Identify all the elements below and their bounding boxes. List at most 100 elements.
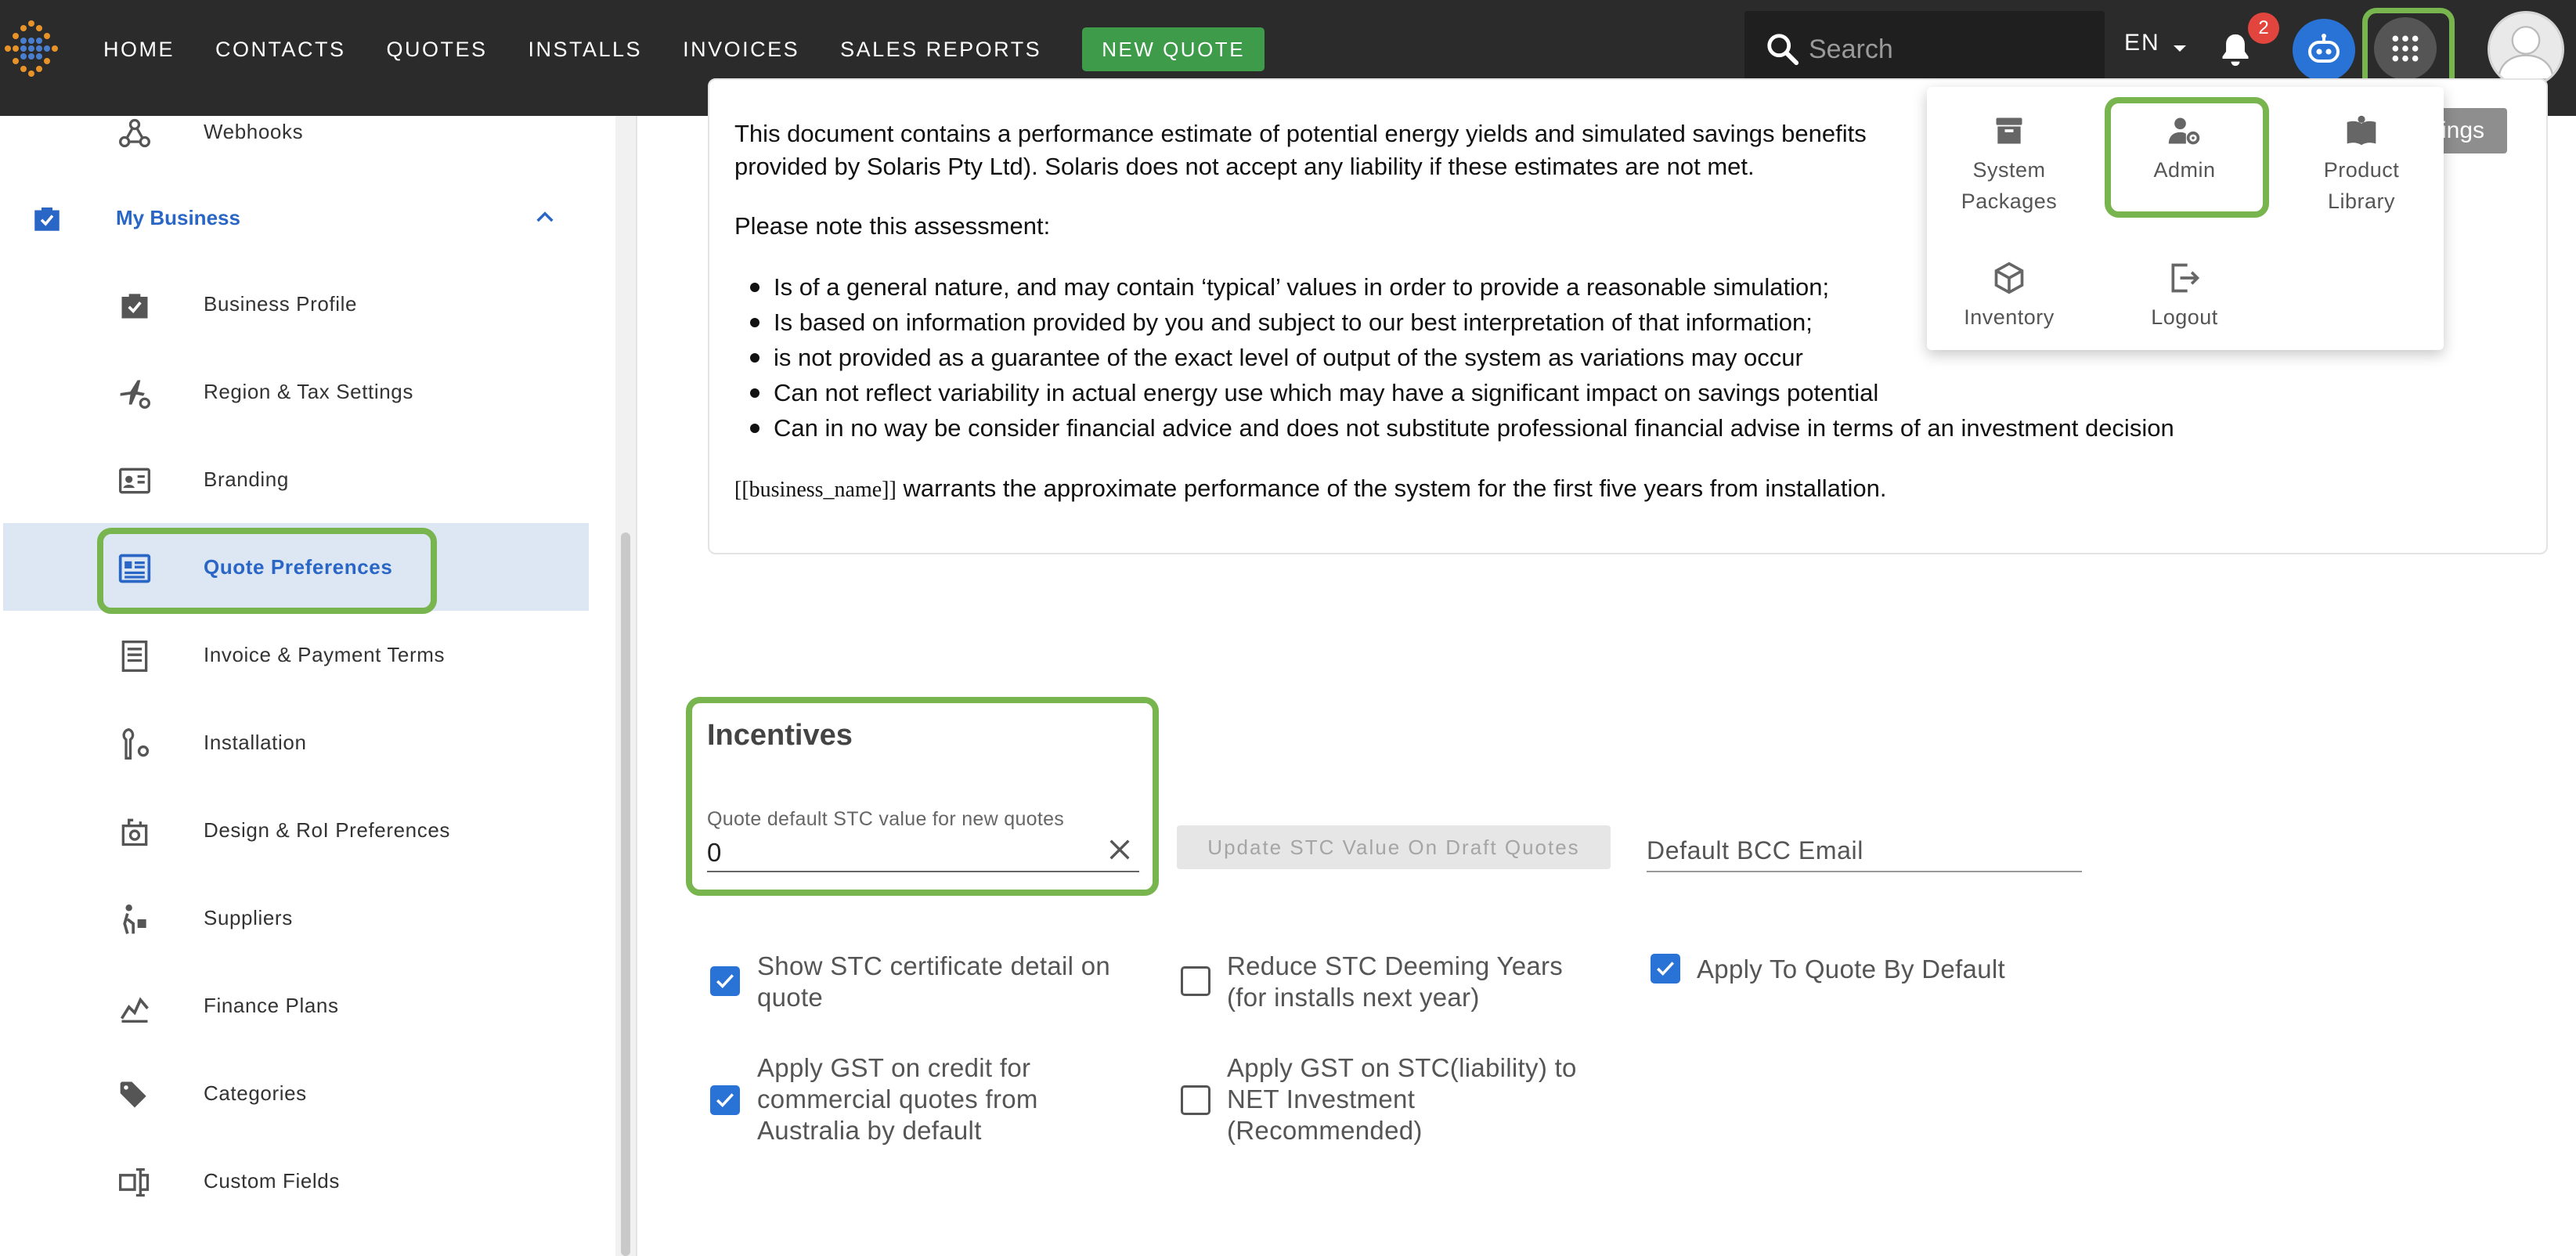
search-icon (1767, 34, 1799, 66)
sidebar-item-label: Custom Fields (204, 1169, 340, 1193)
sidebar-item-webhooks[interactable]: Webhooks (0, 88, 589, 175)
nav-contacts[interactable]: CONTACTS (215, 38, 346, 62)
quote-preferences-highlight (97, 528, 437, 614)
tags-icon (120, 1081, 146, 1108)
sidebar-item-label: Finance Plans (204, 994, 339, 1017)
package-icon (1996, 117, 2022, 144)
list-item: Can in no way be consider financial advi… (750, 410, 2535, 446)
apps-grid-button[interactable] (2374, 17, 2437, 80)
sidebar-divider (636, 116, 637, 1256)
custom-fields-icon (119, 1168, 150, 1197)
checkmark-icon (716, 974, 734, 989)
stc-field-label: Quote default STC value for new quotes (707, 808, 1065, 830)
sidebar-item-business-profile[interactable]: Business Profile (0, 260, 589, 348)
show-stc-detail-checkbox[interactable] (710, 966, 740, 996)
reduce-stc-deeming-checkbox[interactable] (1181, 966, 1210, 996)
disclaimer-line-2: provided by Solaris Pty Ltd). Solaris do… (734, 153, 1755, 180)
wrench-gear-icon (122, 727, 150, 760)
receipt-icon (121, 641, 148, 672)
show-stc-detail-label: Show STC certificate detail on quote (757, 951, 1111, 1012)
book-icon (2347, 115, 2376, 146)
language-selector[interactable]: EN (2124, 30, 2160, 56)
new-quote-button[interactable]: NEW QUOTE (1082, 27, 1265, 71)
apply-gst-stc-liability-checkbox[interactable] (1181, 1085, 1210, 1115)
nav-home[interactable]: HOME (103, 38, 175, 62)
menu-item-label: Logout (2151, 305, 2218, 329)
apply-to-quote-default-checkbox[interactable] (1651, 954, 1680, 984)
sidebar-item-label: Branding (204, 467, 289, 491)
notification-count-badge: 2 (2248, 13, 2279, 44)
apply-gst-stc-liability-label: Apply GST on STC(liability) to NET Invest… (1227, 1053, 1577, 1145)
nav-installs[interactable]: INSTALLS (529, 38, 643, 62)
sidebar-item-custom-fields[interactable]: Custom Fields (0, 1137, 589, 1225)
robot-icon (2308, 34, 2340, 63)
apply-gst-credit-checkbox[interactable] (710, 1085, 740, 1115)
nav-invoices[interactable]: INVOICES (683, 38, 799, 62)
nav-sales-reports[interactable]: SALES REPORTS (840, 38, 1041, 62)
menu-item-label: Inventory (1964, 305, 2055, 329)
sidebar-item-label: Installation (204, 731, 307, 754)
sidebar-item-label: Design & RoI Preferences (204, 818, 450, 842)
briefcase-check-icon (34, 208, 60, 231)
menu-item-logout[interactable]: Logout (2106, 261, 2263, 333)
sidebar-item-label: Categories (204, 1081, 307, 1105)
checkmark-icon (1657, 962, 1675, 976)
sidebar-item-label: Business Profile (204, 292, 358, 316)
bell-icon[interactable] (2218, 31, 2253, 69)
business-name-variable: [[business_name]] (734, 478, 897, 502)
chevron-up-icon[interactable] (532, 205, 557, 230)
sidebar-section-my-business[interactable]: My Business (0, 174, 589, 262)
sidebar-item-label: Suppliers (204, 906, 293, 929)
id-card-icon (119, 467, 150, 494)
sidebar-scrollbar-thumb[interactable] (621, 532, 630, 1256)
apply-gst-credit-label: Apply GST on credit for commercial quotes… (757, 1053, 1038, 1145)
list-item: Can not reflect variability in actual en… (750, 375, 2535, 410)
sidebar-item-branding[interactable]: Branding (0, 435, 589, 523)
warranty-text: warrants the approximate performance of … (896, 475, 1887, 502)
menu-item-product-library[interactable]: Product Library (2283, 114, 2440, 217)
bcc-underline (1647, 871, 2082, 872)
menu-item-inventory[interactable]: Inventory (1931, 261, 2087, 333)
search-input[interactable] (1809, 28, 2083, 70)
sidebar-item-finance-plans[interactable]: Finance Plans (0, 962, 589, 1049)
default-bcc-email-input[interactable]: Default BCC Email (1647, 836, 2082, 865)
stc-field-underline (707, 871, 1139, 872)
webhooks-icon (119, 118, 150, 148)
plane-gear-icon (120, 380, 150, 409)
dolly-icon (123, 904, 146, 934)
apply-to-quote-default-label: Apply To Quote By Default (1697, 955, 2005, 984)
assistant-bot-button[interactable] (2293, 19, 2355, 81)
caret-down-icon (2174, 45, 2186, 52)
grid-icon (2392, 35, 2419, 62)
sidebar-item-invoice-payment[interactable]: Invoice & Payment Terms (0, 611, 589, 698)
user-avatar-icon (2498, 26, 2554, 81)
sidebar-item-label: Region & Tax Settings (204, 380, 413, 403)
update-stc-button[interactable]: Update STC Value On Draft Quotes (1177, 825, 1611, 869)
nav-quotes[interactable]: QUOTES (387, 38, 488, 62)
briefcase-icon (121, 294, 148, 319)
chart-icon (120, 997, 149, 1023)
warranty-statement: [[business_name]] warrants the approxima… (734, 472, 2535, 507)
sidebar-item-label: Webhooks (204, 120, 304, 143)
sidebar-item-suppliers[interactable]: Suppliers (0, 874, 589, 962)
user-avatar[interactable] (2488, 11, 2564, 88)
box-icon (1994, 262, 2024, 294)
menu-item-label: System Packages (1961, 158, 2058, 213)
clear-icon[interactable] (1106, 836, 1133, 863)
reduce-stc-deeming-label: Reduce STC Deeming Years (for installs ne… (1227, 951, 1564, 1012)
sidebar-item-region-tax[interactable]: Region & Tax Settings (0, 348, 589, 435)
design-icon (121, 818, 148, 846)
disclaimer-line-1: This document contains a performance est… (734, 120, 1867, 147)
sidebar-item-categories[interactable]: Categories (0, 1049, 589, 1137)
search-box (1744, 11, 2105, 88)
company-logo[interactable] (0, 17, 63, 80)
menu-item-label: Product Library (2323, 158, 2400, 213)
menu-item-system-packages[interactable]: System Packages (1931, 114, 2087, 217)
sidebar-item-design-roi[interactable]: Design & RoI Preferences (0, 786, 589, 874)
sidebar-item-label: Invoice & Payment Terms (204, 643, 446, 666)
stc-value-input[interactable]: 0 (707, 838, 1091, 868)
incentives-title: Incentives (707, 719, 853, 752)
checkmark-icon (716, 1093, 734, 1108)
sidebar-item-installation[interactable]: Installation (0, 698, 589, 786)
section-label: My Business (116, 206, 240, 229)
